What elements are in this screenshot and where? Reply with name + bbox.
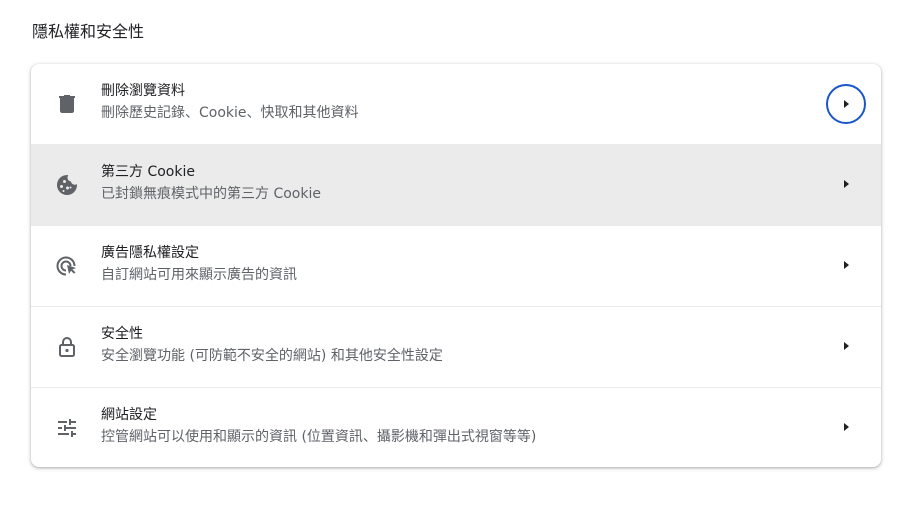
site-settings-row[interactable]: 網站設定 控管網站可以使用和顯示的資訊 (位置資訊、攝影機和彈出式視窗等等) xyxy=(31,387,881,467)
row-title: 第三方 Cookie xyxy=(101,164,195,180)
privacy-settings-card: 刪除瀏覽資料 刪除歷史記錄、Cookie、快取和其他資料 第三方 Cookie … xyxy=(31,64,881,467)
row-title: 刪除瀏覽資料 xyxy=(101,83,185,99)
chevron-right-icon[interactable] xyxy=(827,165,865,203)
row-subtitle: 自訂網站可用來顯示廣告的資訊 xyxy=(101,267,297,283)
row-title: 安全性 xyxy=(101,326,143,342)
ad-privacy-icon xyxy=(55,254,79,278)
chevron-right-icon[interactable] xyxy=(827,408,865,446)
ad-privacy-row[interactable]: 廣告隱私權設定 自訂網站可用來顯示廣告的資訊 xyxy=(31,225,881,306)
third-party-cookies-row[interactable]: 第三方 Cookie 已封鎖無痕模式中的第三方 Cookie xyxy=(31,144,881,225)
row-title: 網站設定 xyxy=(101,407,157,423)
row-subtitle: 刪除歷史記錄、Cookie、快取和其他資料 xyxy=(101,105,359,121)
tune-icon xyxy=(55,416,79,440)
row-subtitle: 已封鎖無痕模式中的第三方 Cookie xyxy=(101,186,321,202)
section-title: 隱私權和安全性 xyxy=(32,22,145,41)
security-row[interactable]: 安全性 安全瀏覽功能 (可防範不安全的網站) 和其他安全性設定 xyxy=(31,306,881,387)
chevron-right-icon[interactable] xyxy=(827,246,865,284)
row-subtitle: 安全瀏覽功能 (可防範不安全的網站) 和其他安全性設定 xyxy=(101,348,443,364)
lock-icon xyxy=(55,335,79,359)
trash-icon xyxy=(55,92,79,116)
chevron-right-icon[interactable] xyxy=(826,84,866,124)
clear-browsing-data-row[interactable]: 刪除瀏覽資料 刪除歷史記錄、Cookie、快取和其他資料 xyxy=(31,64,881,144)
row-title: 廣告隱私權設定 xyxy=(101,245,199,261)
cookie-icon xyxy=(55,173,79,197)
chevron-right-icon[interactable] xyxy=(827,327,865,365)
row-subtitle: 控管網站可以使用和顯示的資訊 (位置資訊、攝影機和彈出式視窗等等) xyxy=(101,429,537,445)
